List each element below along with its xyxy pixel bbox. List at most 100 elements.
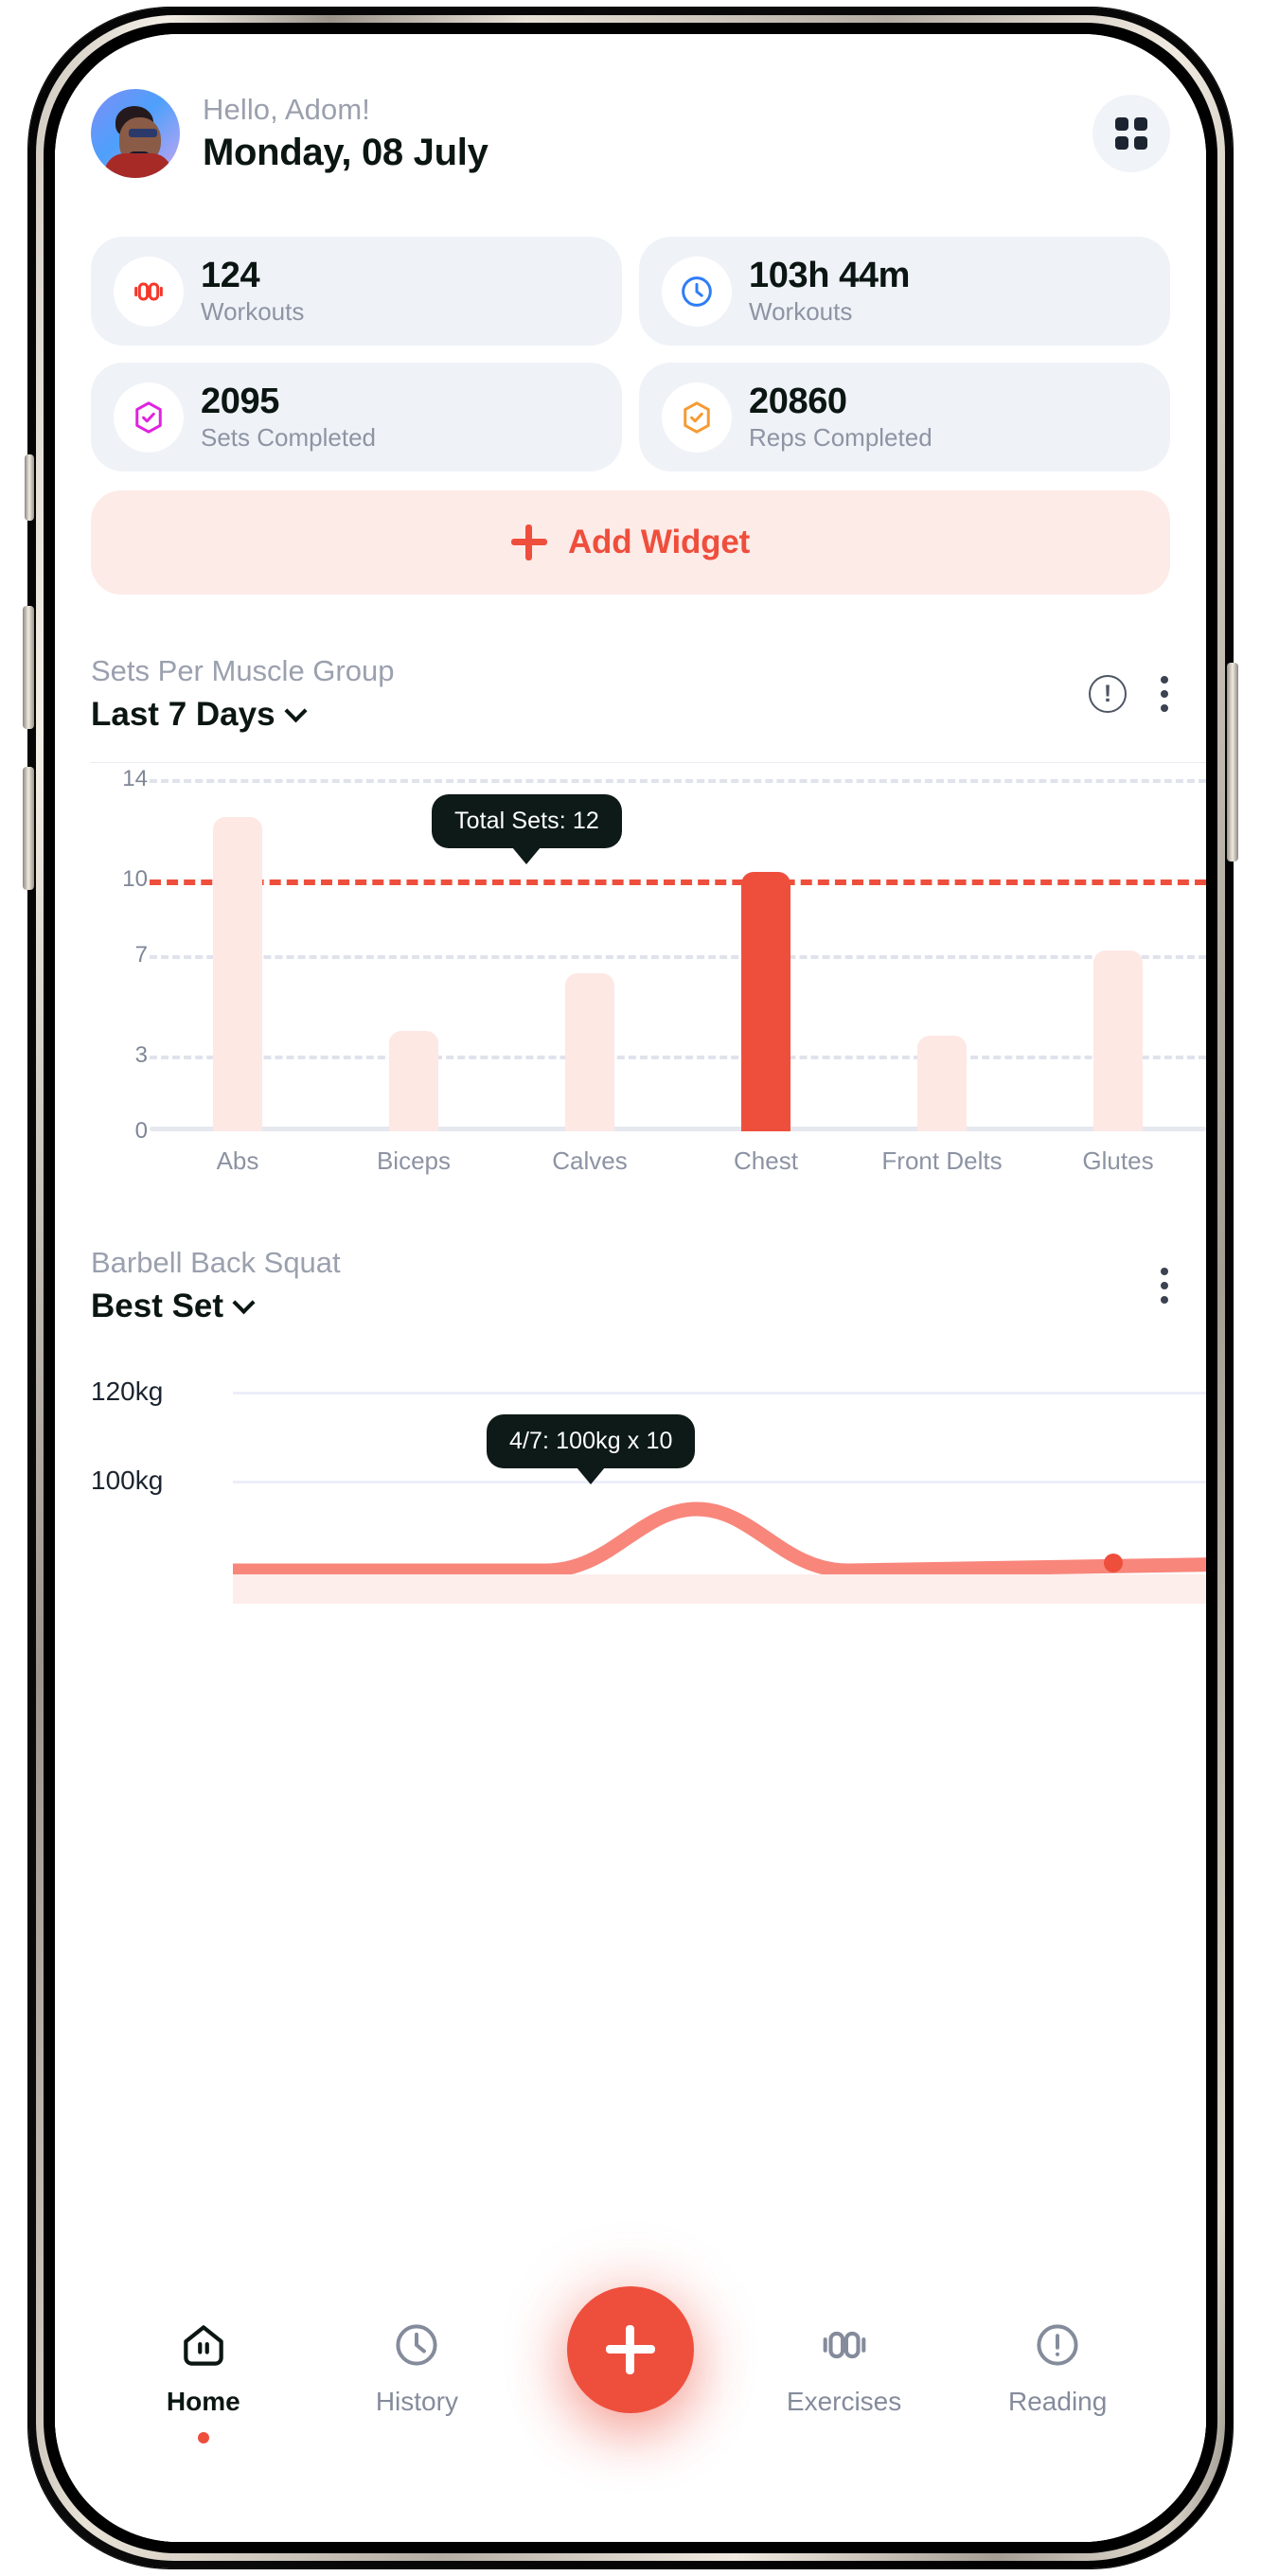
sets-widget-titles: Sets Per Muscle Group Last 7 Days — [91, 653, 1089, 734]
bar-glutes[interactable] — [1093, 950, 1143, 1132]
power-button[interactable] — [1227, 663, 1238, 862]
stat-label: Workouts — [201, 296, 305, 326]
stat-card-sets-completed[interactable]: 2095 Sets Completed — [91, 363, 622, 471]
squat-widget-title: Barbell Back Squat — [91, 1246, 341, 1280]
nav-item-history[interactable]: History — [311, 2317, 524, 2417]
volume-up-button[interactable] — [23, 606, 34, 729]
line-chart-point — [1104, 1554, 1123, 1573]
bar-chart-plot: Total Sets: 12 — [150, 779, 1206, 1132]
info-circle-icon[interactable]: ! — [1089, 675, 1127, 713]
info-circle-icon — [1031, 2317, 1084, 2373]
hexagon-check-icon — [114, 382, 184, 453]
plus-icon — [510, 524, 547, 560]
sets-widget-actions: ! — [1089, 674, 1170, 714]
bar-chart-x-axis: Abs Biceps Calves Chest Front Delts Glut… — [150, 1146, 1206, 1176]
y-tick-14: 14 — [122, 766, 148, 792]
squat-widget-header: Barbell Back Squat Best Set — [91, 1245, 1170, 1325]
sets-range-selector[interactable]: Last 7 Days — [91, 696, 1089, 734]
bar-column — [150, 779, 326, 1132]
nav-label-exercises: Exercises — [786, 2387, 902, 2416]
sets-bar-chart: 0 3 7 10 14 Total Sets: 12 Abs Biceps Ca… — [91, 762, 1206, 1177]
stat-label: Sets Completed — [201, 422, 376, 452]
bar-column — [854, 779, 1030, 1132]
y-tick-100kg: 100kg — [91, 1466, 164, 1496]
bar-chest[interactable] — [741, 872, 790, 1132]
x-tick-biceps: Biceps — [376, 1146, 452, 1176]
bar-abs[interactable] — [213, 817, 262, 1132]
app-content: Hello, Adom! Monday, 08 July 124 Workout… — [55, 34, 1206, 1605]
nav-label-reading: Reading — [1008, 2387, 1108, 2416]
stat-card-reps-completed[interactable]: 20860 Reps Completed — [639, 363, 1170, 471]
line-chart-svg — [233, 1501, 1206, 1605]
nav-label-home: Home — [166, 2387, 240, 2416]
stat-text: 103h 44m Workouts — [749, 258, 910, 325]
sets-range-label: Last 7 Days — [91, 696, 275, 734]
x-tick-front-delts: Front Delts — [881, 1146, 1003, 1176]
nav-item-exercises[interactable]: Exercises — [737, 2317, 951, 2417]
bottom-navigation: Home History Exercises Reading — [55, 2286, 1206, 2542]
kebab-menu-icon[interactable] — [1151, 1266, 1170, 1306]
date-text: Monday, 08 July — [203, 132, 488, 174]
kebab-menu-icon[interactable] — [1151, 674, 1170, 714]
greeting-text: Hello, Adom! — [203, 92, 370, 126]
x-tick-calves: Calves — [552, 1146, 628, 1176]
plus-icon — [605, 2325, 655, 2374]
stat-card-workout-time[interactable]: 103h 44m Workouts — [639, 237, 1170, 346]
chart-divider — [91, 762, 1206, 764]
dumbbell-icon — [114, 256, 184, 327]
stats-grid: 124 Workouts 103h 44m Workouts 2095 Sets… — [91, 237, 1170, 471]
add-workout-fab[interactable] — [566, 2286, 694, 2413]
phone-screen: Hello, Adom! Monday, 08 July 124 Workout… — [55, 34, 1206, 2542]
mute-switch[interactable] — [25, 454, 34, 521]
avatar[interactable] — [91, 89, 180, 178]
bar-biceps[interactable] — [389, 1031, 438, 1132]
nav-label-history: History — [375, 2387, 458, 2416]
stat-text: 20860 Reps Completed — [749, 383, 932, 451]
line-chart-path — [233, 1501, 1206, 1578]
chevron-down-icon — [284, 699, 308, 722]
add-widget-button[interactable]: Add Widget — [91, 490, 1170, 595]
dumbbell-icon — [817, 2317, 872, 2373]
y-tick-120kg: 120kg — [91, 1377, 164, 1407]
clock-icon — [662, 256, 732, 327]
stat-label: Reps Completed — [749, 422, 932, 452]
bar-front-delts[interactable] — [917, 1036, 967, 1132]
hexagon-check-icon — [662, 382, 732, 453]
sets-widget-header: Sets Per Muscle Group Last 7 Days ! — [91, 653, 1170, 734]
stat-value: 2095 — [201, 381, 279, 421]
squat-widget-titles: Barbell Back Squat Best Set — [91, 1245, 1151, 1325]
bar-calves[interactable] — [565, 973, 614, 1132]
fitness-app: Hello, Adom! Monday, 08 July 124 Workout… — [55, 34, 1206, 2542]
squat-metric-selector[interactable]: Best Set — [91, 1288, 1151, 1325]
clock-icon — [390, 2317, 443, 2373]
header-text: Hello, Adom! Monday, 08 July — [203, 93, 1092, 175]
scroll-spacer — [91, 1604, 1170, 1605]
nav-item-home[interactable]: Home — [97, 2317, 311, 2443]
stat-value: 124 — [201, 255, 260, 295]
line-chart-tooltip: 4/7: 100kg x 10 — [487, 1414, 696, 1485]
bar-column — [678, 779, 854, 1132]
avatar-jacket — [104, 153, 172, 178]
y-tick-3: 3 — [134, 1042, 148, 1069]
nav-item-reading[interactable]: Reading — [950, 2317, 1164, 2417]
line-chart-area — [233, 1574, 1206, 1605]
squat-line-chart: 120kg 100kg 4/7: 100kg x 10 — [91, 1367, 1206, 1605]
add-widget-label: Add Widget — [567, 524, 751, 560]
grid-menu-button[interactable] — [1092, 95, 1170, 172]
active-indicator-dot — [197, 2432, 209, 2443]
avatar-sunglasses — [129, 129, 157, 137]
stat-label: Workouts — [749, 296, 853, 326]
y-tick-7: 7 — [134, 942, 148, 968]
chevron-down-icon — [232, 1291, 256, 1315]
y-tick-0: 0 — [134, 1118, 148, 1145]
y-tick-10: 10 — [122, 866, 148, 893]
stat-value: 103h 44m — [749, 255, 911, 295]
volume-down-button[interactable] — [23, 767, 34, 890]
stat-card-workouts-count[interactable]: 124 Workouts — [91, 237, 622, 346]
x-tick-abs: Abs — [216, 1146, 259, 1176]
squat-widget-actions — [1151, 1266, 1170, 1306]
sets-widget-title: Sets Per Muscle Group — [91, 654, 395, 687]
screenshot-root: Hello, Adom! Monday, 08 July 124 Workout… — [0, 0, 1261, 2576]
grid-icon — [1115, 117, 1147, 150]
stat-value: 20860 — [749, 381, 847, 421]
